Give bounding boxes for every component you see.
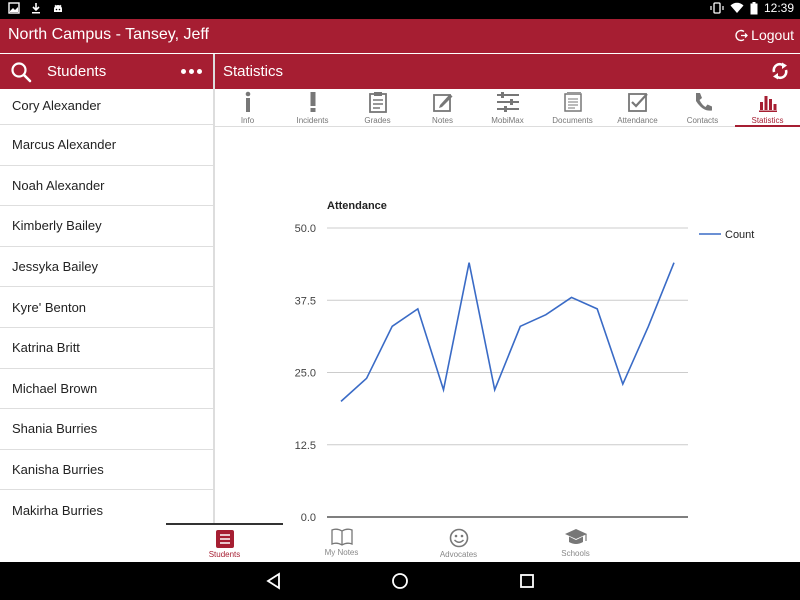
search-icon — [11, 62, 32, 83]
more-dot — [189, 69, 194, 74]
download-icon — [32, 3, 40, 14]
recents-button[interactable] — [519, 572, 535, 595]
nav-label: My Notes — [324, 548, 359, 557]
tab-incidents[interactable]: Incidents — [280, 89, 345, 127]
tab-statistics[interactable]: Statistics — [735, 89, 800, 127]
tab-grades[interactable]: Grades — [345, 89, 410, 127]
list-item[interactable]: Jessyka Bailey — [0, 247, 213, 288]
tab-label: Incidents — [296, 116, 329, 125]
chart-grid — [327, 227, 688, 518]
battery-icon — [750, 1, 758, 14]
tab-attendance[interactable]: Attendance — [605, 89, 670, 127]
more-dots-icon — [181, 69, 186, 74]
nav-my-notes[interactable]: My Notes — [283, 523, 400, 562]
tab-info[interactable]: Info — [215, 89, 280, 127]
recents-square-icon — [520, 574, 534, 588]
list-item[interactable]: Kanisha Burries — [0, 450, 213, 491]
tab-mobimax[interactable]: MobiMax — [475, 89, 540, 127]
phone-icon — [695, 93, 712, 111]
page-title: Statistics — [223, 63, 284, 80]
nav-advocates[interactable]: Advocates — [400, 523, 517, 562]
app-title: North Campus - Tansey, Jeff — [8, 26, 209, 43]
tab-label: Contacts — [686, 116, 719, 125]
list-item[interactable]: Kyre' Benton — [0, 287, 213, 328]
student-list[interactable]: Cory Alexander Marcus Alexander Noah Ale… — [0, 89, 213, 523]
tab-bar: Info Incidents Grades Notes MobiMax Docu… — [215, 89, 800, 127]
list-item[interactable]: Cory Alexander — [0, 89, 213, 125]
exclamation-icon — [310, 92, 315, 112]
system-nav-bar — [0, 562, 800, 600]
list-item[interactable]: Makirha Burries — [0, 490, 213, 523]
tab-label: Grades — [364, 116, 391, 125]
chart-title: Attendance — [327, 200, 387, 212]
nav-label: Advocates — [439, 550, 478, 559]
list-item[interactable]: Marcus Alexander — [0, 125, 213, 166]
image-notification-icon — [8, 2, 20, 14]
bar-chart-icon — [758, 96, 777, 112]
logout-icon — [735, 29, 749, 41]
vibrate-icon — [710, 2, 724, 14]
tab-label: Attendance — [617, 116, 658, 125]
refresh-icon — [772, 62, 788, 80]
android-icon — [54, 4, 62, 12]
info-icon — [245, 91, 250, 112]
status-bar: 12:39 — [0, 0, 800, 19]
logout-label: Logout — [751, 27, 794, 43]
y-tick-label: 25.0 — [295, 368, 316, 380]
list-item[interactable]: Noah Alexander — [0, 166, 213, 207]
refresh-button[interactable] — [770, 61, 790, 86]
documents-icon — [563, 92, 582, 112]
y-tick-label: 12.5 — [295, 440, 316, 452]
bottom-nav: Students My Notes Advocates Schools — [0, 523, 800, 562]
clipboard-icon — [368, 92, 387, 113]
sliders-icon — [496, 92, 519, 112]
back-triangle-icon — [266, 572, 280, 590]
home-button[interactable] — [391, 572, 409, 595]
y-tick-label: 50.0 — [295, 223, 316, 235]
nav-schools[interactable]: Schools — [517, 523, 634, 562]
graduation-cap-icon — [564, 529, 587, 544]
pencil-note-icon — [432, 94, 452, 112]
checkbox-icon — [627, 93, 648, 112]
attendance-chart: Attendance 0.0 12.5 25.0 37.5 50.0 Count — [215, 128, 800, 524]
more-dot — [197, 69, 202, 74]
nav-label: Schools — [561, 549, 590, 558]
list-item[interactable]: Michael Brown — [0, 369, 213, 410]
tab-notes[interactable]: Notes — [410, 89, 475, 127]
nav-label: Students — [208, 550, 241, 559]
tab-documents[interactable]: Documents — [540, 89, 605, 127]
list-item[interactable]: Kimberly Bailey — [0, 206, 213, 247]
sidebar-header: Students — [0, 54, 213, 89]
smiley-icon — [449, 528, 468, 548]
book-icon — [330, 528, 353, 546]
main-header: Statistics — [215, 54, 800, 89]
clock-time: 12:39 — [763, 1, 794, 15]
y-axis-ticks: 0.0 12.5 25.0 37.5 50.0 — [295, 223, 316, 524]
list-item[interactable]: Katrina Britt — [0, 328, 213, 369]
tab-label: Info — [240, 116, 255, 125]
home-circle-icon — [392, 573, 408, 589]
sidebar-title: Students — [47, 63, 107, 80]
back-button[interactable] — [266, 572, 282, 595]
logout-button[interactable]: Logout — [735, 27, 794, 43]
nav-students[interactable]: Students — [166, 523, 283, 562]
list-item[interactable]: Shania Burries — [0, 409, 213, 450]
chart-svg: Attendance 0.0 12.5 25.0 37.5 50.0 Count — [295, 200, 755, 524]
list-icon — [215, 530, 234, 548]
tab-label: Notes — [432, 116, 453, 125]
tab-label: Documents — [552, 116, 593, 125]
tab-contacts[interactable]: Contacts — [670, 89, 735, 127]
wifi-icon — [730, 2, 744, 13]
y-tick-label: 37.5 — [295, 295, 316, 307]
legend-label: Count — [725, 229, 754, 241]
series-line-count — [340, 262, 675, 402]
tab-label: Statistics — [751, 116, 784, 125]
tab-label: MobiMax — [491, 116, 524, 125]
y-tick-label: 0.0 — [301, 512, 316, 523]
search-button[interactable] — [10, 61, 32, 88]
app-bar: North Campus - Tansey, Jeff Logout — [0, 19, 800, 53]
more-options-button[interactable] — [181, 69, 202, 74]
chart-legend: Count — [699, 229, 754, 241]
